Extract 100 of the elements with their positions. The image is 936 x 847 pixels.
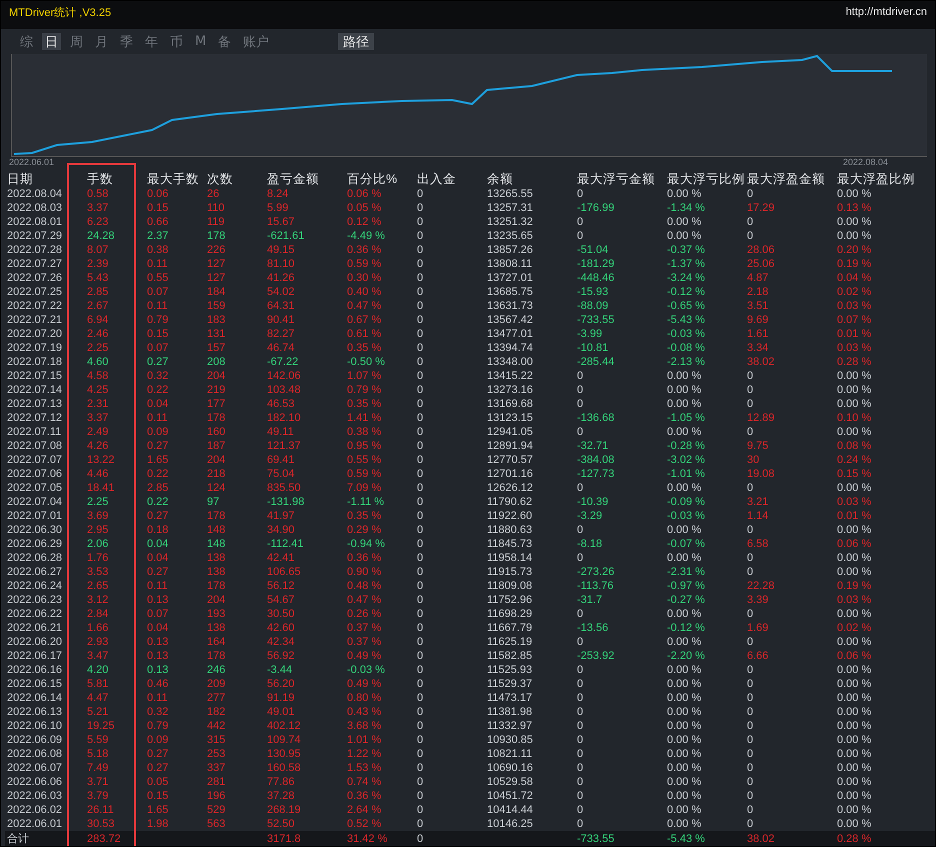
table-cell-text: 177 xyxy=(206,397,226,411)
table-cell-text: 10451.72 xyxy=(486,789,534,803)
table-cell-text: 2.25 xyxy=(86,341,110,355)
table-cell-text: 2022.06.07 xyxy=(6,761,64,775)
table-cell-text: 0.27 xyxy=(146,747,170,761)
table-cell-text: 0.47 % xyxy=(346,593,382,607)
table-cell-text: 2022.07.27 xyxy=(6,257,64,271)
table-cell-text: 11958.14 xyxy=(486,551,534,565)
table-cell-text: 46.74 xyxy=(266,341,296,355)
table-cell-text: 8.07 xyxy=(86,243,110,257)
table-cell-text: 0.59 % xyxy=(346,467,382,481)
period-tab[interactable]: 月 xyxy=(92,32,111,50)
table-cell-text: 0 xyxy=(746,551,754,565)
table-cell-text: 0.00 % xyxy=(836,607,872,621)
table-cell-text: -10.81 xyxy=(576,341,610,355)
table-cell-text: 12770.57 xyxy=(486,453,534,467)
table-cell-text: 0.19 % xyxy=(836,257,872,271)
table-cell-text: 529 xyxy=(206,803,226,817)
table-cell-text: 0 xyxy=(746,523,754,537)
table-cell-text: 2022.06.30 xyxy=(6,523,64,537)
table-cell-text: 0.00 % xyxy=(666,425,702,439)
table-cell-text: -10.39 xyxy=(576,495,610,509)
table-cell-text: 131 xyxy=(206,327,226,341)
table-cell-text: -1.05 % xyxy=(666,411,706,425)
table-cell-text: 26.11 xyxy=(86,803,115,817)
table-cell-text: 0 xyxy=(746,607,754,621)
website-link[interactable]: http://mtdriver.cn xyxy=(846,6,927,18)
table-cell-text: 0.38 xyxy=(146,243,170,257)
table-cell-text: 3.68 % xyxy=(346,719,382,733)
table-cell-text: 182.10 xyxy=(266,411,302,425)
table-cell-text: 0.06 % xyxy=(346,187,382,201)
table-cell-text: 0 xyxy=(416,285,424,299)
table-cell-text: 2.65 xyxy=(86,579,110,593)
table-cell-text: -0.07 % xyxy=(666,537,706,551)
table-cell-text: 11667.79 xyxy=(486,621,534,635)
table-cell-text: 0 xyxy=(576,775,584,789)
table-cell-text: 0.00 % xyxy=(836,691,872,705)
table-cell-text: 0.28 % xyxy=(836,355,872,369)
period-tab[interactable]: 账户 xyxy=(240,32,272,50)
table-cell-text: 12941.05 xyxy=(486,425,534,439)
period-tab[interactable]: 备 xyxy=(215,32,234,50)
period-tab[interactable]: 综 xyxy=(17,32,36,50)
period-tab[interactable]: 年 xyxy=(142,32,161,50)
table-cell-text: -4.49 % xyxy=(346,229,386,243)
table-cell-text: 46.53 xyxy=(266,397,296,411)
period-tab[interactable]: 币 xyxy=(167,32,186,50)
table-cell-text: 2022.06.29 xyxy=(6,537,64,551)
table-cell-text: 2022.06.08 xyxy=(6,747,64,761)
table-cell-text: 178 xyxy=(206,509,226,523)
table-cell-text: 0.79 xyxy=(146,313,170,327)
table-cell-text: 2.18 xyxy=(746,285,770,299)
table-cell-text: 3.71 xyxy=(86,775,110,789)
table-cell-text: 64.31 xyxy=(266,299,296,313)
table-cell-text: 2022.06.03 xyxy=(6,789,64,803)
table-cell-text: 11332.97 xyxy=(486,719,534,733)
table-cell-text: 0.04 xyxy=(146,551,170,565)
table-cell-text: 0 xyxy=(576,215,584,229)
table-cell-text: 0.11 xyxy=(146,411,169,425)
table-cell-text: -0.97 % xyxy=(666,579,706,593)
table-cell-text: 0.22 xyxy=(146,495,170,509)
table-cell-text: 13251.32 xyxy=(486,215,534,229)
table-cell-text: 10930.85 xyxy=(486,733,534,747)
table-cell-text: 49.15 xyxy=(266,243,296,257)
table-cell-text: 0.79 % xyxy=(346,383,382,397)
table-cell-text: 0.00 % xyxy=(666,733,702,747)
table-cell-text: 11525.93 xyxy=(486,663,534,677)
table-cell-text: 1.98 xyxy=(146,817,170,831)
total-cell-text: -5.43 % xyxy=(666,832,706,846)
period-tab[interactable]: M xyxy=(192,32,210,50)
table-cell-text: 3.39 xyxy=(746,593,770,607)
table-cell-text: 75.04 xyxy=(266,467,296,481)
table-cell-text: 204 xyxy=(206,369,226,383)
table-cell-text: 25.06 xyxy=(746,257,776,271)
table-cell-text: 0.01 % xyxy=(836,327,872,341)
path-button[interactable]: 路径 xyxy=(338,32,374,50)
table-cell-text: 1.66 xyxy=(86,621,110,635)
total-cell-text: -733.55 xyxy=(576,832,616,846)
table-cell-text: 2022.06.22 xyxy=(6,607,64,621)
table-cell-text: 6.94 xyxy=(86,313,110,327)
table-cell-text: 0.38 % xyxy=(346,425,382,439)
table-cell-text: 2022.06.27 xyxy=(6,565,64,579)
table-cell-text: 11880.63 xyxy=(486,523,534,537)
table-cell-text: 9.75 xyxy=(746,439,770,453)
table-cell-text: 0.04 xyxy=(146,621,170,635)
table-cell-text: 119 xyxy=(206,215,226,229)
table-cell-text: 0.09 xyxy=(146,425,170,439)
table-cell-text: 315 xyxy=(206,733,226,747)
table-cell-text: 0.15 xyxy=(146,327,170,341)
period-tab[interactable]: 季 xyxy=(117,32,136,50)
period-tab[interactable]: 周 xyxy=(67,32,86,50)
table-cell-text: 13808.11 xyxy=(486,257,534,271)
table-cell-text: 8.24 xyxy=(266,187,290,201)
table-cell-text: 13257.31 xyxy=(486,201,534,215)
table-cell-text: 0.55 xyxy=(146,271,170,285)
period-tab[interactable]: 日 xyxy=(42,32,61,50)
table-cell-text: 0 xyxy=(416,271,424,285)
table-cell-text: -112.41 xyxy=(266,537,304,551)
table-cell-text: 2.46 xyxy=(86,327,110,341)
table-cell-text: 204 xyxy=(206,453,226,467)
total-cell-text: 3171.8 xyxy=(266,832,302,846)
